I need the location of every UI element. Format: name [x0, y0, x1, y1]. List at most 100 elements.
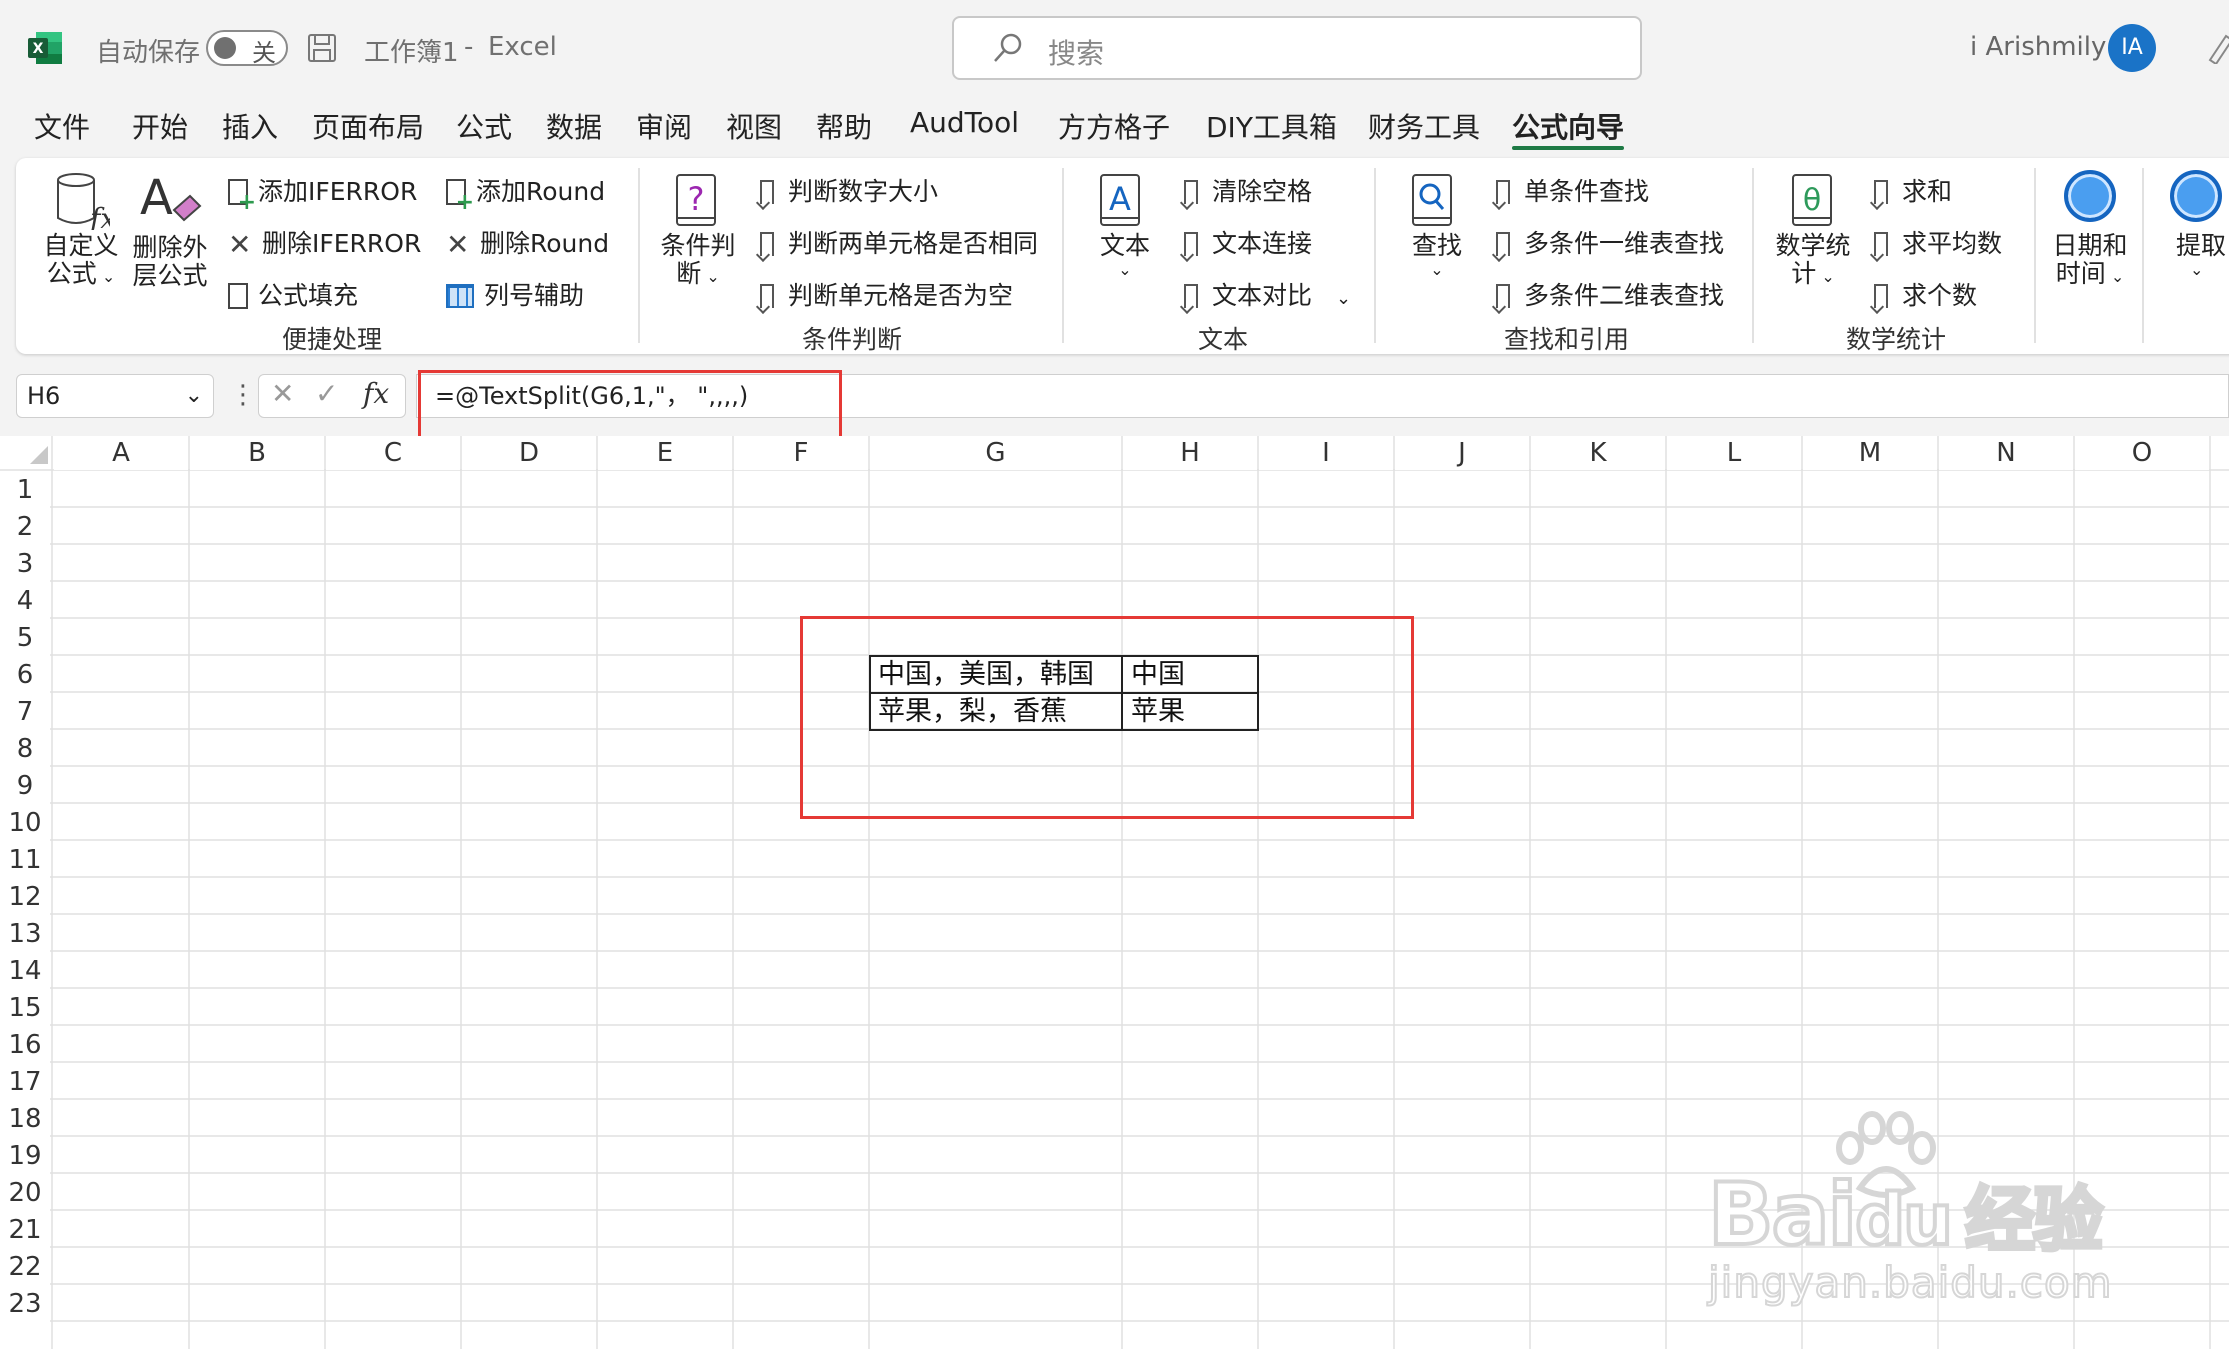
- group-label-text: 文本: [1198, 325, 1249, 354]
- tab-file[interactable]: 文件: [34, 106, 90, 146]
- row-header-4[interactable]: 4: [0, 583, 50, 619]
- row-header-1[interactable]: 1: [0, 472, 50, 508]
- average-button[interactable]: 求平均数: [1874, 224, 2002, 260]
- multi-condition-2d-lookup-button[interactable]: 多条件二维表查找: [1496, 276, 1724, 312]
- select-all-icon: [30, 446, 48, 464]
- row-header-12[interactable]: 12: [0, 879, 50, 915]
- delete-round-button[interactable]: ✕ 删除Round: [446, 224, 609, 261]
- tab-help[interactable]: 帮助: [816, 106, 872, 146]
- date-time-button[interactable]: 日期和 时间 ⌄: [2048, 170, 2132, 293]
- formula-fill-button[interactable]: 公式填充: [228, 276, 358, 312]
- svg-text:A: A: [1109, 180, 1131, 218]
- row-header-20[interactable]: 20: [0, 1175, 50, 1211]
- column-header-G[interactable]: G: [870, 436, 1121, 470]
- enter-check-icon[interactable]: ✓: [315, 377, 338, 410]
- row-header-13[interactable]: 13: [0, 916, 50, 952]
- tab-page-layout[interactable]: 页面布局: [312, 106, 424, 146]
- row-header-19[interactable]: 19: [0, 1138, 50, 1174]
- row-header-22[interactable]: 22: [0, 1249, 50, 1285]
- column-header-K[interactable]: K: [1531, 436, 1665, 470]
- column-header-E[interactable]: E: [598, 436, 732, 470]
- watermark-url: jingyan.baidu.com: [1707, 1257, 2113, 1308]
- insert-function-icon[interactable]: fx: [363, 377, 389, 410]
- judge-two-cells-same-button[interactable]: 判断两单元格是否相同: [760, 224, 1038, 260]
- multi-2d-lookup-label: 多条件二维表查找: [1524, 281, 1725, 310]
- user-avatar[interactable]: IA: [2108, 24, 2156, 72]
- column-header-D[interactable]: D: [462, 436, 596, 470]
- row-header-17[interactable]: 17: [0, 1064, 50, 1100]
- math-stats-button[interactable]: θ 数学统 计 ⌄: [1772, 172, 1854, 293]
- count-button[interactable]: 求个数: [1874, 276, 1977, 312]
- column-header-B[interactable]: B: [190, 436, 324, 470]
- chevron-down-icon[interactable]: ⌄: [1336, 288, 1351, 309]
- multi-condition-1d-lookup-button[interactable]: 多条件一维表查找: [1496, 224, 1724, 260]
- column-header-A[interactable]: A: [54, 436, 188, 470]
- pen-icon[interactable]: [2206, 30, 2229, 64]
- column-header-M[interactable]: M: [1803, 436, 1937, 470]
- add-round-button[interactable]: 添加Round: [446, 172, 605, 215]
- add-iferror-label: 添加IFERROR: [258, 177, 418, 206]
- chevron-down-icon[interactable]: ⌄: [185, 375, 203, 417]
- row-header-8[interactable]: 8: [0, 731, 50, 767]
- remove-outer-formula-button[interactable]: A 删除外 层公式: [130, 170, 210, 292]
- delete-iferror-button[interactable]: ✕ 删除IFERROR: [228, 224, 421, 261]
- row-header-2[interactable]: 2: [0, 509, 50, 545]
- column-header-I[interactable]: I: [1259, 436, 1393, 470]
- column-header-F[interactable]: F: [734, 436, 868, 470]
- cancel-icon[interactable]: ✕: [271, 377, 294, 410]
- more-options-icon[interactable]: ⋮: [230, 380, 256, 410]
- tab-finance-tools[interactable]: 财务工具: [1368, 106, 1480, 146]
- sum-button[interactable]: 求和: [1874, 172, 1952, 208]
- row-header-3[interactable]: 3: [0, 546, 50, 582]
- row-header-6[interactable]: 6: [0, 657, 50, 693]
- row-header-7[interactable]: 7: [0, 694, 50, 730]
- tab-home[interactable]: 开始: [132, 106, 188, 146]
- tab-formula-wizard[interactable]: 公式向导: [1512, 106, 1624, 146]
- row-header-9[interactable]: 9: [0, 768, 50, 804]
- text-button[interactable]: A 文本 ⌄: [1090, 172, 1160, 286]
- judge-number-size-button[interactable]: 判断数字大小: [760, 172, 938, 208]
- column-header-O[interactable]: O: [2075, 436, 2209, 470]
- row-header-5[interactable]: 5: [0, 620, 50, 656]
- custom-formula-button[interactable]: fx 自定义 公式 ⌄: [40, 170, 122, 293]
- tab-data[interactable]: 数据: [546, 106, 602, 146]
- column-header-C[interactable]: C: [326, 436, 460, 470]
- name-box[interactable]: H6 ⌄: [16, 374, 214, 418]
- clear-spaces-button[interactable]: 清除空格: [1184, 172, 1312, 208]
- row-header-15[interactable]: 15: [0, 990, 50, 1026]
- autosave-toggle[interactable]: 关: [206, 30, 288, 67]
- column-header-N[interactable]: N: [1939, 436, 2073, 470]
- single-condition-lookup-button[interactable]: 单条件查找: [1496, 172, 1649, 208]
- theta-book-icon: θ: [1790, 172, 1836, 230]
- column-header-H[interactable]: H: [1123, 436, 1257, 470]
- user-name: i Arishmily: [1970, 32, 2107, 62]
- search-icon: [992, 32, 1024, 68]
- tab-insert[interactable]: 插入: [222, 106, 278, 146]
- row-header-14[interactable]: 14: [0, 953, 50, 989]
- row-header-23[interactable]: 23: [0, 1286, 50, 1322]
- svg-text:fx: fx: [88, 202, 110, 230]
- lookup-button[interactable]: 查找 ⌄: [1402, 172, 1472, 286]
- text-compare-button[interactable]: 文本对比 ⌄: [1184, 276, 1351, 312]
- row-header-10[interactable]: 10: [0, 805, 50, 841]
- add-iferror-button[interactable]: 添加IFERROR: [228, 172, 418, 215]
- tab-audtool[interactable]: AudTool: [910, 106, 1019, 139]
- search-box[interactable]: 搜索: [952, 16, 1642, 80]
- tab-review[interactable]: 审阅: [636, 106, 692, 146]
- tab-fangfang[interactable]: 方方格子: [1058, 106, 1170, 146]
- row-header-21[interactable]: 21: [0, 1212, 50, 1248]
- tab-formulas[interactable]: 公式: [456, 106, 512, 146]
- text-concat-button[interactable]: 文本连接: [1184, 224, 1312, 260]
- tab-diy-toolbox[interactable]: DIY工具箱: [1206, 106, 1337, 146]
- row-header-18[interactable]: 18: [0, 1101, 50, 1137]
- tab-view[interactable]: 视图: [726, 106, 782, 146]
- row-header-11[interactable]: 11: [0, 842, 50, 878]
- column-header-J[interactable]: J: [1395, 436, 1529, 470]
- condition-judge-button[interactable]: ? 条件判 断 ⌄: [658, 172, 738, 293]
- extract-button[interactable]: 提取 ⌄: [2164, 170, 2229, 286]
- column-number-helper-button[interactable]: 列号辅助: [446, 276, 584, 312]
- column-header-L[interactable]: L: [1667, 436, 1801, 470]
- row-header-16[interactable]: 16: [0, 1027, 50, 1063]
- save-icon[interactable]: [307, 33, 337, 63]
- judge-cell-empty-button[interactable]: 判断单元格是否为空: [760, 276, 1013, 312]
